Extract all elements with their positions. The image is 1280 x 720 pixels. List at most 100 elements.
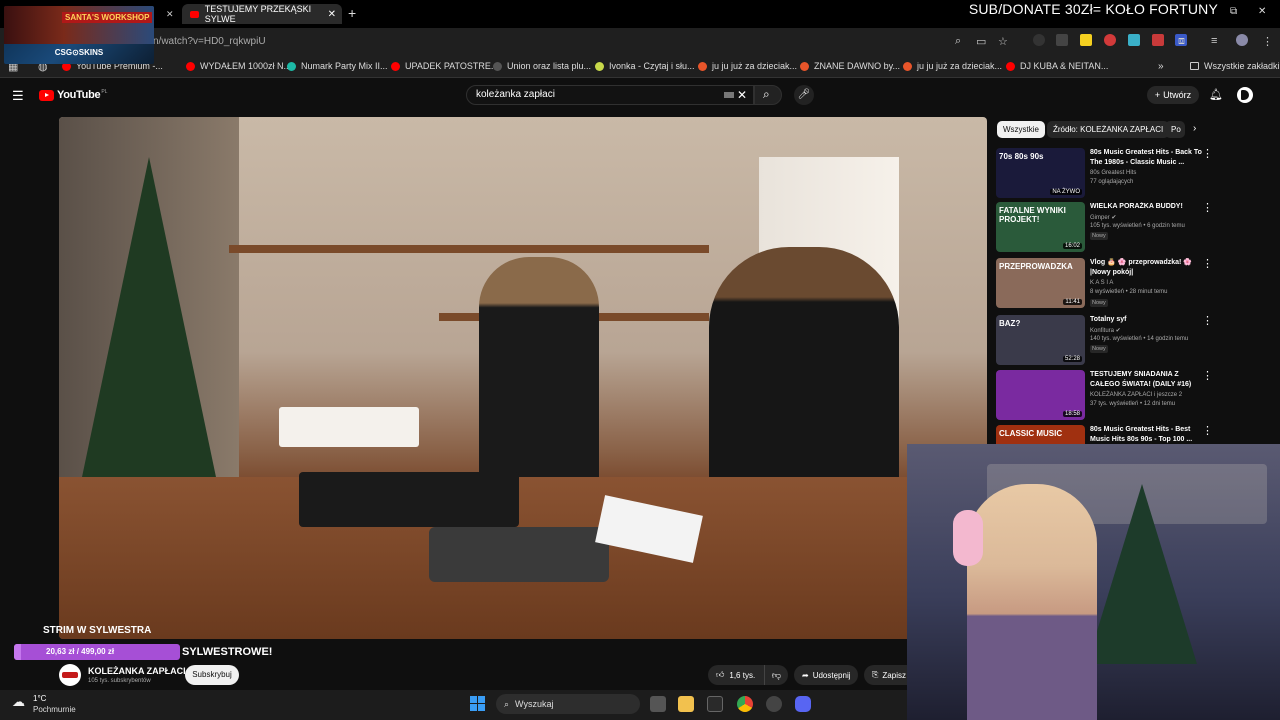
zoom-icon[interactable]: ⌕	[955, 35, 961, 48]
extensions-puzzle-icon[interactable]: ⧈	[1178, 35, 1185, 48]
extension-icon[interactable]	[1104, 34, 1116, 46]
subscriber-count: 105 tys. subskrybentów	[88, 678, 151, 684]
extension-icon[interactable]	[1152, 34, 1164, 46]
recommendation-title[interactable]: Totalny syf	[1090, 315, 1202, 325]
youtube-logo[interactable]: YouTube PL	[39, 89, 107, 101]
microphone-icon[interactable]: 🎤︎	[794, 85, 814, 105]
create-label: Utwórz	[1163, 90, 1192, 100]
recommendation-item[interactable]: 18:58 TESTUJEMY ŚNIADANIA Z CAŁEGO ŚWIATA…	[996, 370, 1266, 422]
extension-icon[interactable]	[1033, 34, 1045, 46]
bookmark-item[interactable]: WYDAŁEM 1000zł N...	[186, 61, 291, 71]
app-icon[interactable]	[766, 696, 782, 712]
channel-avatar[interactable]	[59, 664, 81, 686]
bookmark-item[interactable]: ju ju już za dzieciak...	[903, 61, 1002, 71]
recommendation-thumbnail[interactable]: 18:58	[996, 370, 1085, 420]
keyboard-icon[interactable]	[724, 92, 734, 98]
extension-icon[interactable]	[1056, 34, 1068, 46]
video-player[interactable]	[59, 117, 987, 639]
taskbar-search[interactable]: ⌕ Wyszukaj	[496, 694, 640, 714]
discord-icon[interactable]	[795, 696, 811, 712]
window-close-icon[interactable]: ✕	[1258, 6, 1266, 17]
webcam-scene-tree	[1087, 484, 1197, 664]
bookmark-item[interactable]: Union oraz lista plu...	[493, 61, 591, 71]
more-options-icon[interactable]: ⋮	[1202, 425, 1213, 437]
all-bookmarks-link[interactable]: Wszystkie zakładki	[1190, 61, 1280, 71]
recommendation-thumbnail[interactable]: PRZEPROWADZKA 11:41	[996, 258, 1085, 308]
subscribe-button[interactable]: Subskrybuj	[185, 665, 239, 685]
recommendation-channel[interactable]: K A S I A	[1090, 280, 1113, 286]
bookmark-item[interactable]: Numark Party Mix II...	[287, 61, 388, 71]
recommendation-meta: 105 tys. wyświetleń • 6 godzin temu	[1090, 223, 1185, 229]
recommendation-thumbnail[interactable]: 70s 80s 90s NA ŻYWO	[996, 148, 1085, 198]
recommendation-item[interactable]: BAZ? 52:28 Totalny syf Konfitura ✔ 140 tys. …	[996, 315, 1266, 367]
share-button[interactable]: ➦ Udostępnij	[794, 665, 858, 685]
video-scene-person	[709, 247, 899, 497]
browser-menu-icon[interactable]: ⋮	[1262, 35, 1273, 48]
hamburger-menu-icon[interactable]: ☰	[12, 88, 24, 104]
bookmarks-overflow-icon[interactable]: »	[1158, 61, 1164, 72]
task-view-icon[interactable]	[650, 696, 666, 712]
tab-inactive-close-icon[interactable]: ✕	[166, 4, 174, 24]
more-options-icon[interactable]: ⋮	[1202, 315, 1213, 327]
chevron-right-icon[interactable]: ›	[1193, 123, 1196, 134]
recommendation-thumbnail[interactable]: FATALNE WYNIKI PROJEKT! 16:02	[996, 202, 1085, 252]
bookmark-item[interactable]: UPADEK PATOSTRE...	[391, 61, 498, 71]
recommendation-title[interactable]: WIELKA PORAŻKA BUDDY!	[1090, 202, 1202, 212]
channel-name[interactable]: KOLEŻANKA ZAPŁACI	[88, 666, 186, 676]
bookmark-item[interactable]: ZNANE DAWNO by...	[800, 61, 900, 71]
window-restore-icon[interactable]: ⧉	[1230, 6, 1237, 17]
recommendation-title[interactable]: 80s Music Greatest Hits - Best Music Hit…	[1090, 425, 1202, 444]
recommendation-thumbnail[interactable]: BAZ? 52:28	[996, 315, 1085, 365]
file-explorer-icon[interactable]	[678, 696, 694, 712]
recommendation-item[interactable]: FATALNE WYNIKI PROJEKT! 16:02 WIELKA PORAŻ…	[996, 202, 1266, 254]
clear-search-icon[interactable]: ✕	[737, 88, 747, 102]
tab-close-icon[interactable]: ✕	[328, 9, 336, 20]
url-field[interactable]: n/watch?v=HD0_rqkwpiU	[153, 36, 266, 47]
bookmark-label: UPADEK PATOSTRE...	[405, 61, 499, 71]
recommendation-item[interactable]: CLASSIC MUSIC 80s Music Greatest Hits - B…	[996, 425, 1266, 444]
like-button[interactable]: 👍︎ 1,6 tys.	[708, 665, 764, 685]
bookmark-item[interactable]: DJ KUBA & NEITAN...	[1006, 61, 1108, 71]
create-button[interactable]: + Utwórz	[1147, 86, 1199, 104]
bookmark-favicon-icon	[391, 61, 400, 71]
cast-icon[interactable]: ▭	[976, 35, 986, 48]
chrome-icon[interactable]	[737, 696, 753, 712]
recommendation-title[interactable]: TESTUJEMY ŚNIADANIA Z CAŁEGO ŚWIATA! (DA…	[1090, 370, 1202, 390]
search-icon: ⌕	[504, 698, 510, 709]
more-options-icon[interactable]: ⋮	[1202, 370, 1213, 382]
account-avatar[interactable]	[1237, 87, 1253, 103]
thumbs-down-icon: 👎︎	[771, 670, 782, 680]
extension-icon[interactable]	[1128, 34, 1140, 46]
chip-related[interactable]: Po	[1165, 121, 1185, 138]
media-control-icon[interactable]: ≡	[1211, 35, 1217, 47]
recommendation-channel[interactable]: KOLEŻANKA ZAPŁACI i jeszcze 2	[1090, 392, 1182, 398]
recommendation-thumbnail[interactable]: CLASSIC MUSIC	[996, 425, 1085, 444]
bookmark-item[interactable]: ju ju już za dzieciak...	[698, 61, 797, 71]
notifications-bell-icon[interactable]: 🔔︎	[1209, 88, 1223, 101]
recommendation-item[interactable]: PRZEPROWADZKA 11:41 Vlog 🎂 🌸 przeprowadzka…	[996, 258, 1266, 310]
bookmark-star-icon[interactable]: ☆	[998, 35, 1008, 48]
weather-cloud-icon[interactable]: ☁	[12, 694, 25, 710]
video-duration: 18:58	[1062, 411, 1082, 417]
recommendation-channel[interactable]: Konfitura ✔	[1090, 327, 1121, 334]
chip-from-channel[interactable]: Źródło: KOLEŻANKA ZAPŁACI	[1047, 121, 1170, 138]
recommendation-channel[interactable]: Gimper ✔	[1090, 214, 1116, 221]
streamer-webcam	[907, 444, 1280, 720]
recommendation-item[interactable]: 70s 80s 90s NA ŻYWO 80s Music Greatest Hit…	[996, 148, 1266, 200]
recommendation-title[interactable]: 80s Music Greatest Hits - Back To The 19…	[1090, 148, 1202, 168]
bookmark-item[interactable]: Ivonka - Czytaj i słu...	[595, 61, 695, 71]
store-icon[interactable]	[707, 696, 723, 712]
more-options-icon[interactable]: ⋮	[1202, 202, 1213, 214]
search-input[interactable]: koleżanka zapłaci	[466, 85, 754, 105]
dislike-button[interactable]: 👎︎	[764, 665, 788, 685]
new-tab-button[interactable]: +	[348, 5, 356, 21]
recommendation-title[interactable]: Vlog 🎂 🌸 przeprowadzka! 🌸 |Nowy pokój|	[1090, 258, 1202, 278]
recommendation-channel[interactable]: 80s Greatest Hits	[1090, 170, 1136, 176]
extension-icon[interactable]	[1080, 34, 1092, 46]
more-options-icon[interactable]: ⋮	[1202, 258, 1213, 270]
chip-all[interactable]: Wszystkie	[997, 121, 1045, 138]
tab-active[interactable]: TESTUJEMY PRZEKĄSKI SYLWE ✕	[182, 4, 342, 24]
more-options-icon[interactable]: ⋮	[1202, 148, 1213, 160]
windows-start-icon[interactable]	[470, 696, 486, 712]
profile-avatar-icon[interactable]	[1236, 34, 1248, 46]
